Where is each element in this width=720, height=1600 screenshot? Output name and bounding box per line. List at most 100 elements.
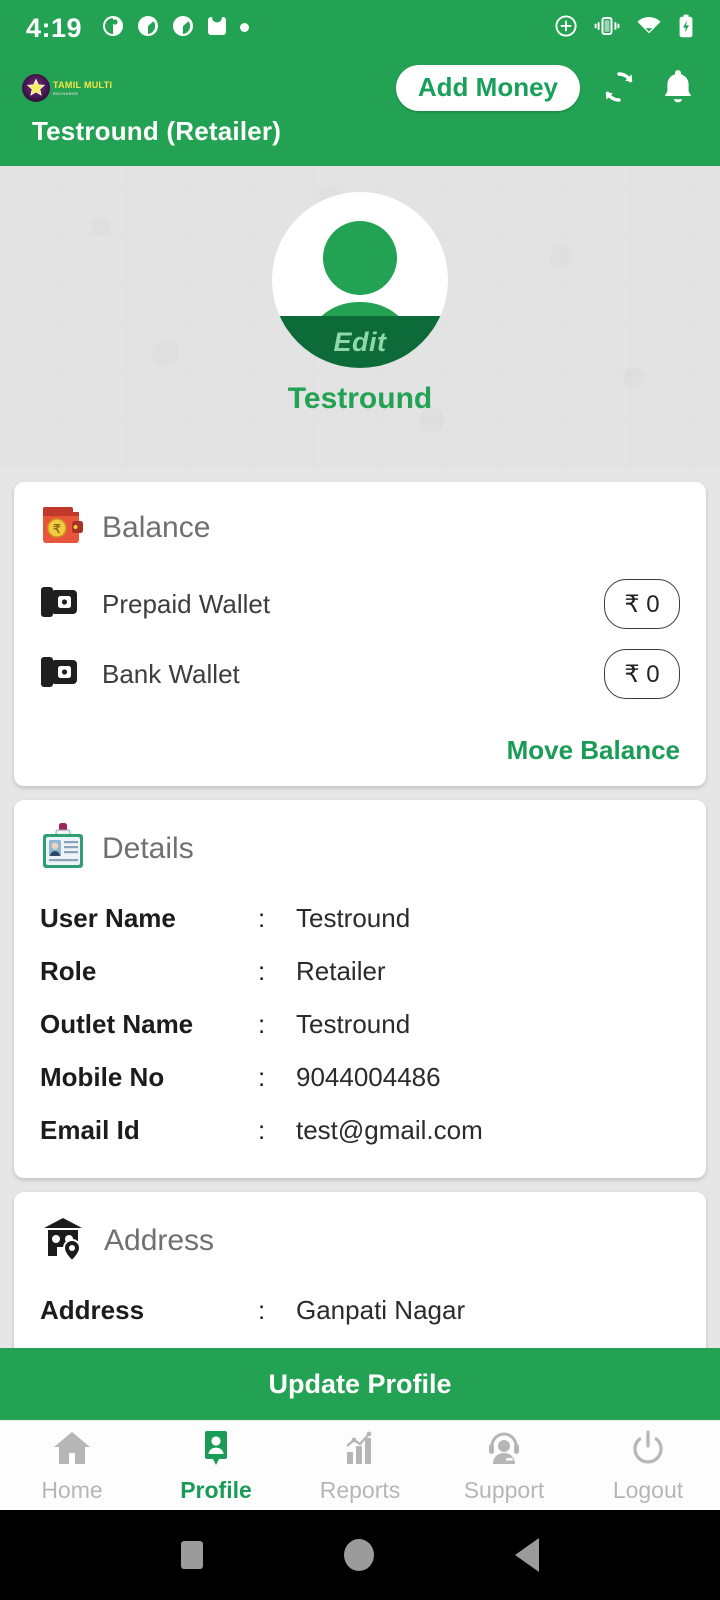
update-profile-button[interactable]: Update Profile bbox=[0, 1348, 720, 1420]
nav-label: Home bbox=[41, 1476, 103, 1503]
status-bar: 4:19 bbox=[0, 0, 720, 56]
detail-value: test@gmail.com bbox=[296, 1115, 483, 1145]
balance-card-header: ₹ Balance bbox=[40, 504, 680, 551]
wallet-row-bank[interactable]: Bank Wallet ₹ 0 bbox=[40, 639, 680, 709]
detail-separator: : bbox=[258, 903, 266, 933]
nav-item-home[interactable]: Home bbox=[0, 1428, 144, 1504]
android-system-nav bbox=[0, 1510, 720, 1600]
avatar-container[interactable]: Edit bbox=[272, 192, 448, 368]
app-logo-line1: TAMIL MULTI bbox=[53, 79, 113, 90]
status-bar-time: 4:19 bbox=[26, 12, 83, 43]
add-circle-icon bbox=[554, 14, 578, 43]
clock-icon-2 bbox=[172, 15, 194, 42]
balance-card-title: Balance bbox=[102, 510, 211, 544]
prepaid-wallet-amount[interactable]: ₹ 0 bbox=[604, 579, 680, 629]
address-card-title: Address bbox=[104, 1223, 215, 1257]
refresh-button[interactable] bbox=[597, 65, 641, 112]
refresh-icon bbox=[597, 65, 641, 112]
address-card: Address Address : Ganpati Nagar bbox=[14, 1192, 706, 1358]
nav-label: Support bbox=[463, 1476, 545, 1503]
wallet-rupee-icon: ₹ bbox=[40, 504, 86, 551]
wallet-label: Bank Wallet bbox=[102, 658, 240, 689]
headset-icon bbox=[482, 1428, 526, 1471]
nav-item-support[interactable]: Support bbox=[432, 1428, 576, 1504]
detail-row-role: Role : Retailer bbox=[40, 946, 680, 999]
profile-hero: Edit Testround bbox=[0, 166, 720, 468]
detail-row-user-name: User Name : Testround bbox=[40, 893, 680, 946]
clock-icon bbox=[137, 15, 159, 42]
app-bar-actions: Add Money bbox=[395, 65, 698, 112]
battery-charging-icon bbox=[678, 14, 694, 43]
detail-label: User Name bbox=[40, 903, 176, 933]
status-bar-notification-icons bbox=[102, 15, 250, 42]
address-card-header: Address bbox=[40, 1214, 680, 1267]
app-logo[interactable]: TAMIL MULTI RECHARGE bbox=[22, 74, 112, 102]
avatar-edit-overlay[interactable]: Edit bbox=[272, 316, 448, 368]
status-bar-system-icons bbox=[554, 14, 694, 43]
notification-dot-icon bbox=[102, 15, 124, 42]
detail-separator: : bbox=[258, 1295, 266, 1325]
triangle-back-icon[interactable] bbox=[515, 1538, 540, 1572]
wallet-row-prepaid[interactable]: Prepaid Wallet ₹ 0 bbox=[40, 569, 680, 639]
detail-value: Testround bbox=[296, 903, 411, 933]
app-logo-line2: RECHARGE bbox=[53, 90, 79, 96]
detail-separator: : bbox=[258, 1009, 266, 1039]
square-icon[interactable] bbox=[180, 1541, 203, 1569]
add-money-button[interactable]: Add Money bbox=[395, 65, 580, 111]
details-card: Details User Name : Testround Role : Ret… bbox=[14, 800, 706, 1178]
details-card-header: Details bbox=[40, 822, 680, 875]
app-bar: TAMIL MULTI RECHARGE Add Money Testround… bbox=[0, 56, 720, 166]
house-location-icon bbox=[40, 1214, 88, 1267]
detail-label: Email Id bbox=[40, 1115, 140, 1145]
detail-label: Outlet Name bbox=[40, 1009, 194, 1039]
nav-label: Profile bbox=[180, 1476, 252, 1503]
inbox-icon bbox=[207, 15, 227, 42]
detail-row-address: Address : Ganpati Nagar bbox=[40, 1285, 680, 1338]
detail-separator: : bbox=[258, 956, 266, 986]
move-balance-link[interactable]: Move Balance bbox=[40, 735, 680, 766]
details-card-title: Details bbox=[102, 831, 194, 865]
bottom-navigation: Home Profile Reports Support Logout bbox=[0, 1420, 720, 1510]
detail-value: 9044004486 bbox=[296, 1062, 441, 1092]
detail-value: Testround bbox=[296, 1009, 411, 1039]
vibrate-icon bbox=[594, 14, 620, 43]
detail-label: Mobile No bbox=[40, 1062, 165, 1092]
star-logo-icon bbox=[22, 74, 50, 102]
wallet-label: Prepaid Wallet bbox=[102, 588, 271, 619]
wallet-icon bbox=[40, 655, 80, 694]
detail-row-email-id: Email Id : test@gmail.com bbox=[40, 1105, 680, 1158]
svg-text:₹: ₹ bbox=[53, 522, 61, 536]
power-icon bbox=[626, 1428, 670, 1471]
wallet-icon bbox=[40, 585, 80, 624]
page-title: Testround (Retailer) bbox=[32, 116, 282, 146]
detail-row-mobile-no: Mobile No : 9044004486 bbox=[40, 1052, 680, 1105]
nav-item-profile[interactable]: Profile bbox=[144, 1428, 288, 1504]
avatar[interactable]: Edit bbox=[272, 192, 448, 368]
phone-screen: 4:19 TAMIL MULTI RECHARGE Add Money Test… bbox=[0, 0, 720, 1600]
id-badge-icon bbox=[40, 822, 86, 875]
nav-label: Logout bbox=[612, 1476, 684, 1503]
app-bar-top-row: TAMIL MULTI RECHARGE Add Money bbox=[0, 56, 720, 120]
bar-chart-icon bbox=[338, 1428, 382, 1471]
detail-label: Role bbox=[40, 956, 97, 986]
detail-value: Ganpati Nagar bbox=[296, 1295, 466, 1325]
profile-name: Testround bbox=[287, 382, 433, 415]
detail-separator: : bbox=[258, 1062, 266, 1092]
profile-content: ₹ Balance Prepaid Wallet ₹ 0 Bank Wallet… bbox=[0, 468, 720, 1510]
wifi-icon bbox=[636, 14, 662, 43]
detail-separator: : bbox=[258, 1115, 266, 1145]
profile-pin-icon bbox=[194, 1428, 238, 1471]
detail-label: Address bbox=[40, 1295, 145, 1325]
detail-row-outlet-name: Outlet Name : Testround bbox=[40, 999, 680, 1052]
detail-value: Retailer bbox=[296, 956, 386, 986]
notifications-button[interactable] bbox=[658, 66, 698, 111]
nav-item-logout[interactable]: Logout bbox=[576, 1428, 720, 1504]
circle-icon[interactable] bbox=[343, 1539, 374, 1571]
app-logo-text: TAMIL MULTI RECHARGE bbox=[53, 79, 113, 96]
bell-icon bbox=[658, 66, 698, 111]
home-icon bbox=[50, 1428, 94, 1471]
balance-card: ₹ Balance Prepaid Wallet ₹ 0 Bank Wallet… bbox=[14, 482, 706, 786]
dot-icon bbox=[240, 19, 250, 37]
bank-wallet-amount[interactable]: ₹ 0 bbox=[604, 649, 680, 699]
nav-item-reports[interactable]: Reports bbox=[288, 1428, 432, 1504]
